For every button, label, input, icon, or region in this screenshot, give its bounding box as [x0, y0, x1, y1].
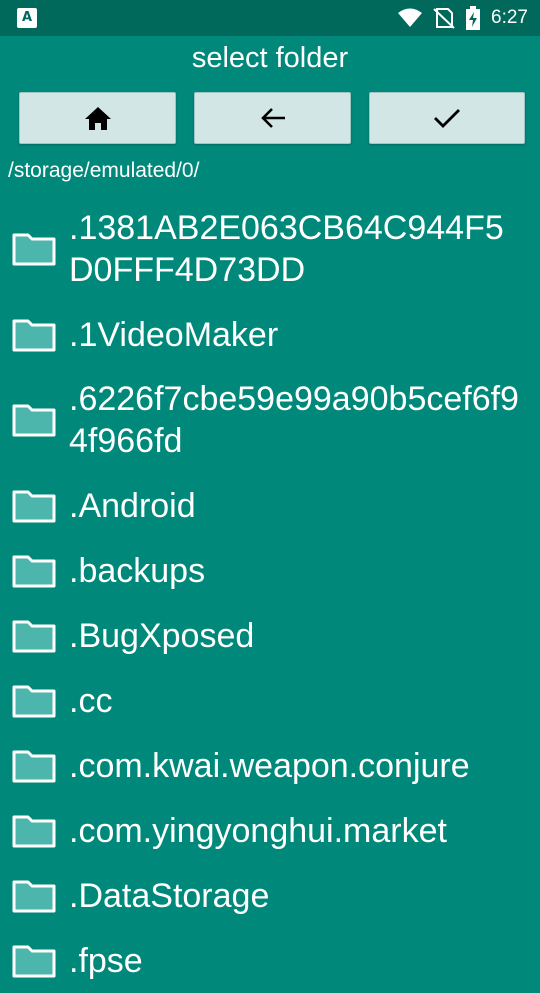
folder-icon: [12, 233, 56, 266]
folder-list-item[interactable]: .backups: [0, 538, 540, 603]
folder-list-item[interactable]: .1VideoMaker: [0, 302, 540, 367]
dialog-title: select folder: [191, 42, 349, 74]
folder-icon: [12, 620, 56, 652]
check-icon: [434, 109, 460, 128]
battery-charging-icon: [466, 6, 481, 30]
folder-name: .fpse: [69, 941, 143, 980]
folder-name: .BugXposed: [69, 616, 255, 655]
folder-list-item[interactable]: .Android: [0, 473, 540, 538]
confirm-button[interactable]: [369, 92, 525, 144]
folder-icon: [12, 319, 56, 351]
folder-name: .DataStorage: [69, 876, 270, 915]
folder-icon: [12, 490, 56, 522]
folder-icon: [12, 750, 56, 782]
folder-name: .1VideoMaker: [69, 315, 279, 354]
folder-icon: [12, 815, 56, 847]
no-sim-icon: [433, 8, 455, 29]
folder-list-item[interactable]: .1381AB2E063CB64C944F5D0FFF4D73DD: [0, 196, 540, 302]
folder-list-item[interactable]: .com.yingyonghui.market: [0, 798, 540, 863]
arrow-back-icon: [260, 108, 285, 128]
back-button[interactable]: [194, 92, 351, 144]
folder-list-item[interactable]: .6226f7cbe59e99a90b5cef6f94f966fd: [0, 367, 540, 473]
folder-name: .com.yingyonghui.market: [69, 811, 447, 850]
folder-list: .1381AB2E063CB64C944F5D0FFF4D73DD .1Video…: [0, 196, 540, 993]
folder-icon: [12, 945, 56, 977]
app-notification-icon: A: [17, 8, 37, 28]
status-time: 6:27: [491, 7, 528, 28]
status-bar: A 6:27: [0, 0, 540, 36]
current-path: /storage/emulated/0/: [8, 159, 200, 182]
home-icon: [84, 107, 111, 130]
status-icons: 6:27: [397, 6, 528, 30]
folder-icon: [12, 880, 56, 912]
folder-name: .1381AB2E063CB64C944F5D0FFF4D73DD: [69, 209, 504, 289]
folder-icon: [12, 404, 56, 437]
home-button[interactable]: [19, 92, 176, 144]
folder-list-item[interactable]: .com.kwai.weapon.conjure: [0, 733, 540, 798]
folder-list-item[interactable]: .BugXposed: [0, 603, 540, 668]
folder-name: .backups: [69, 551, 206, 590]
wifi-icon: [398, 8, 423, 27]
folder-icon: [12, 555, 56, 587]
folder-name: .Android: [69, 486, 196, 525]
folder-list-item[interactable]: .DataStorage: [0, 863, 540, 928]
folder-icon: [12, 685, 56, 717]
folder-name: .cc: [69, 681, 113, 720]
folder-list-item[interactable]: .cc: [0, 668, 540, 733]
folder-list-item[interactable]: .fpse: [0, 928, 540, 993]
folder-name: .com.kwai.weapon.conjure: [69, 746, 470, 785]
folder-name: .6226f7cbe59e99a90b5cef6f94f966fd: [69, 380, 519, 460]
